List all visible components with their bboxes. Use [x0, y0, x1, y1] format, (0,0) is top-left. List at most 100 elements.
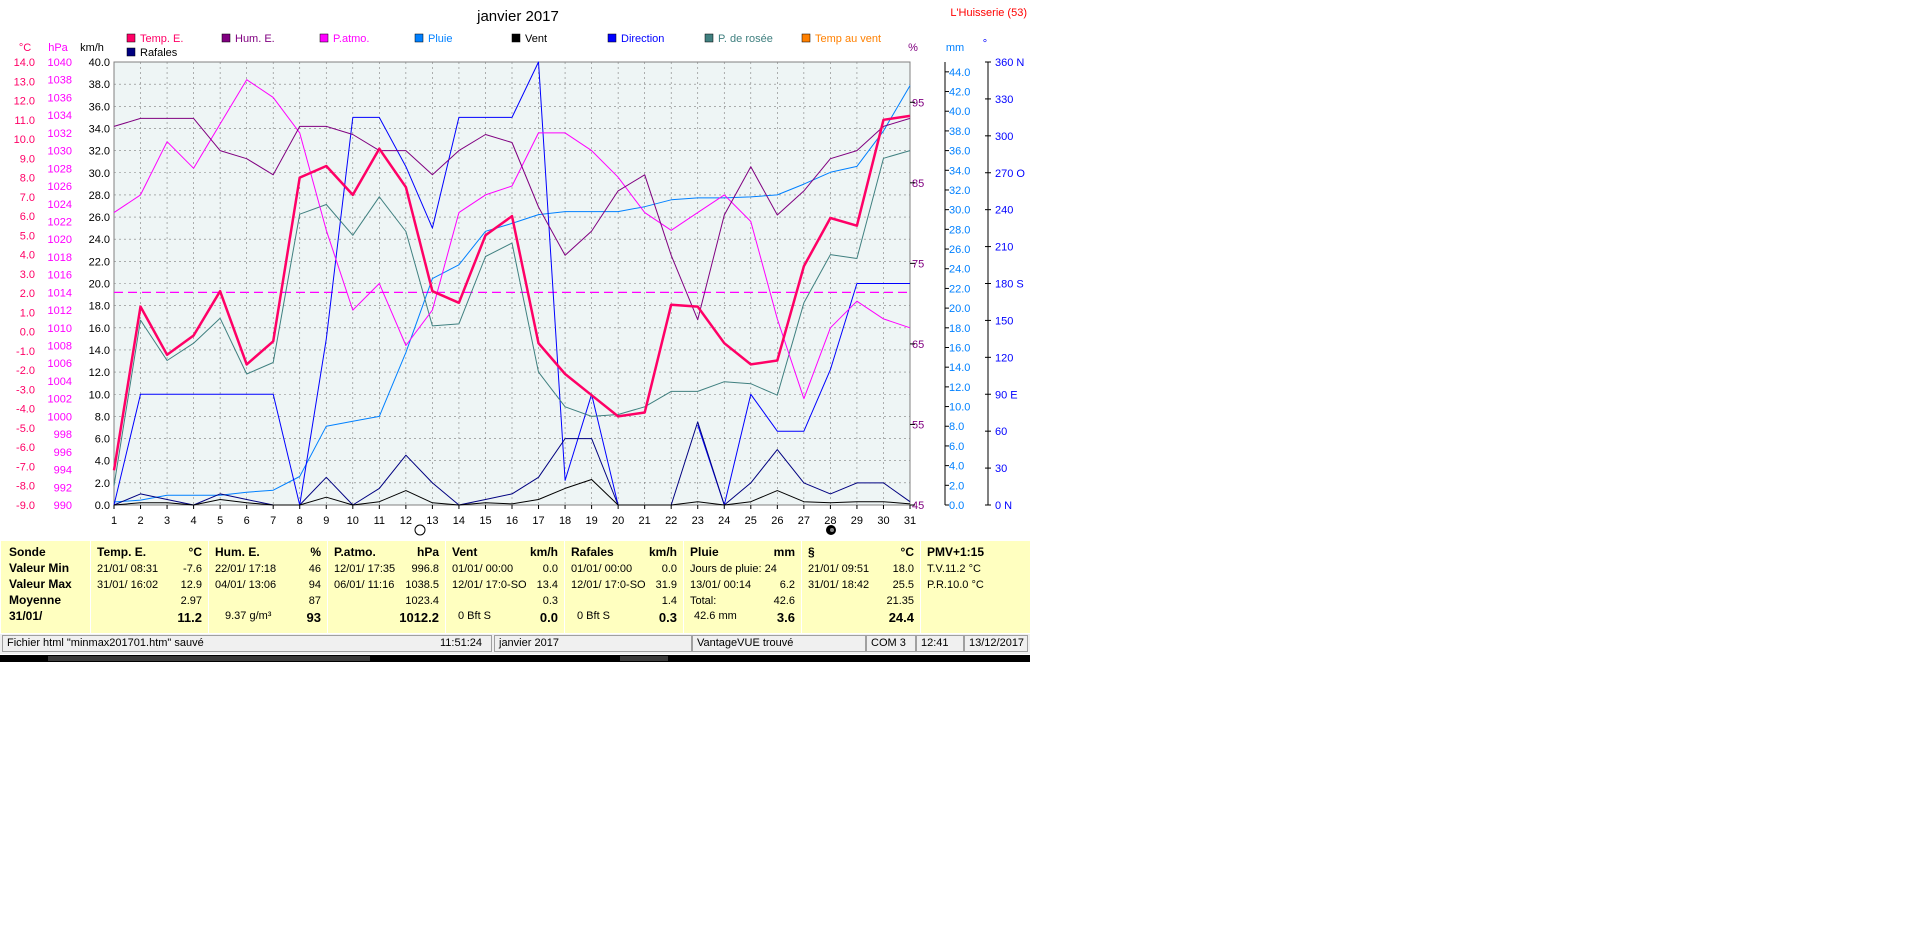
dir-tick-label: 360 N	[995, 57, 1024, 69]
legend-label-hum: Hum. E.	[235, 33, 275, 45]
legend-swatch-hum	[221, 33, 231, 43]
rain-tick-label: 38.0	[949, 126, 970, 138]
weather-chart: 1 2 3 4 5 6 7 8 9 10 11 12 13 14 15 16 17 18 19 20 21 22 23 24 2…	[0, 0, 1030, 541]
rain-tick-label: 30.0	[949, 205, 970, 217]
temp-tick-label: -8.0	[16, 481, 35, 493]
status-device: VantageVUE trouvé	[692, 635, 866, 652]
temp-tick-label: 4.0	[20, 250, 35, 262]
stats-col-pluie: Pluie mm Jours de pluie: 24 13/01/ 00:14…	[683, 541, 801, 633]
press-title: P.atmo.	[334, 545, 376, 559]
pluie-unit: mm	[773, 545, 795, 559]
x-tick-label: 21	[639, 515, 651, 527]
press-tick-label: 1002	[48, 394, 72, 406]
dir-tick-label: 0 N	[995, 500, 1012, 512]
wind-tick-label: 20.0	[89, 279, 110, 291]
temp-tick-label: 11.0	[14, 115, 35, 127]
press-tick-label: 1016	[48, 270, 72, 282]
pluie-max-date: 13/01/ 00:14	[690, 579, 752, 591]
x-tick-label: 9	[323, 515, 329, 527]
pmv-title: PMV+1:15	[927, 545, 985, 559]
wind-tick-label: 10.0	[89, 389, 110, 401]
press-tick-label: 1012	[48, 305, 72, 317]
press-unit: hPa	[416, 545, 439, 559]
temp-tick-label: -9.0	[16, 500, 35, 512]
rain-tick-label: 20.0	[949, 303, 970, 315]
press-min-date: 12/01/ 17:35	[334, 563, 396, 575]
pluie-extra: 42.6 mm	[694, 610, 737, 622]
dir-tick-label: 270 O	[995, 168, 1025, 180]
sonde-title: Sonde	[9, 545, 46, 559]
legend-label-direction: Direction	[621, 33, 664, 45]
x-tick-label: 23	[692, 515, 704, 527]
vent-avg: 0.3	[542, 595, 558, 607]
rain-tick-label: 6.0	[949, 441, 964, 453]
temp-tick-label: 3.0	[20, 269, 35, 281]
press-tick-label: 1014	[48, 287, 72, 299]
taskbar-segment	[48, 656, 370, 661]
press-tick-label: 1032	[48, 128, 72, 140]
legend-swatch-patmo	[319, 33, 329, 43]
pluie-total-val: 42.6	[773, 595, 795, 607]
x-tick-label: 27	[798, 515, 810, 527]
legend-swatch-vent	[511, 33, 521, 43]
hum-tick-label: 85	[912, 178, 924, 190]
rain-tick-label: 4.0	[949, 461, 964, 473]
sonde-row-date: 31/01/	[9, 609, 43, 623]
dir-tick-label: 120	[995, 352, 1013, 364]
sonde-row-avg: Moyenne	[9, 593, 62, 607]
press-tick-label: 1036	[48, 92, 72, 104]
taskbar-segment	[620, 656, 668, 661]
rain-tick-label: 16.0	[949, 342, 970, 354]
dir-tick-label: 210	[995, 242, 1013, 254]
rain-tick-label: 0.0	[949, 500, 964, 512]
temp-tick-label: 2.0	[20, 288, 35, 300]
stats-col-pmv: PMV+1:15 T.V.11.2 °C P.R.10.0 °C	[920, 541, 1030, 633]
sonde-row-min: Valeur Min	[9, 561, 70, 575]
press-max-date: 06/01/ 11:16	[334, 579, 395, 591]
s-title: §	[808, 545, 815, 559]
rain-tick-label: 44.0	[949, 67, 970, 79]
hum-tick-label: 55	[912, 419, 924, 431]
wind-tick-label: 8.0	[95, 411, 110, 423]
hum-title: Hum. E.	[215, 545, 260, 559]
press-last: 1012.2	[399, 610, 439, 625]
x-tick-label: 12	[400, 515, 412, 527]
vent-extra: 0 Bft S	[458, 610, 492, 622]
temp-min-val: -7.6	[183, 563, 202, 575]
legend-label-patmo: P.atmo.	[333, 33, 370, 45]
pmv-tv: T.V.11.2 °C	[927, 563, 981, 575]
x-tick-label: 5	[217, 515, 223, 527]
temp-tick-label: -3.0	[16, 384, 35, 396]
x-tick-label: 10	[347, 515, 359, 527]
x-tick-label: 24	[718, 515, 730, 527]
hum-tick-label: 75	[912, 258, 924, 270]
temp-tick-label: 9.0	[20, 153, 35, 165]
x-tick-label: 3	[164, 515, 170, 527]
status-time: 11:51:24	[440, 637, 483, 649]
wind-tick-label: 30.0	[89, 168, 110, 180]
hum-unit: %	[310, 545, 321, 559]
rafales-max-val: 31.9	[655, 579, 677, 591]
wind-tick-label: 6.0	[95, 434, 110, 446]
unit-rain: mm	[946, 42, 964, 54]
location-label: L'Huisserie (53)	[950, 7, 1027, 19]
rain-tick-label: 22.0	[949, 283, 970, 295]
hum-tick-label: 95	[912, 97, 924, 109]
vent-last: 0.0	[539, 610, 558, 625]
s-avg: 21.35	[886, 595, 914, 607]
press-tick-label: 1000	[48, 411, 72, 423]
dir-tick-label: 60	[995, 426, 1007, 438]
s-unit: °C	[900, 545, 914, 559]
rafales-avg: 1.4	[661, 595, 677, 607]
hum-tick-label: 65	[912, 339, 924, 351]
status-file: Fichier html "minmax201701.htm" sauvé	[2, 635, 492, 652]
unit-temp: °C	[19, 42, 31, 54]
rafales-extra: 0 Bft S	[577, 610, 611, 622]
wind-tick-label: 24.0	[89, 234, 110, 246]
temp-tick-label: -2.0	[16, 365, 35, 377]
app-window: 1 2 3 4 5 6 7 8 9 10 11 12 13 14 15 16 17 18 19 20 21 22 23 24 2…	[0, 0, 1030, 662]
rain-tick-label: 14.0	[949, 362, 970, 374]
hum-last: 93	[306, 610, 321, 625]
temp-tick-label: 8.0	[20, 173, 35, 185]
press-tick-label: 1020	[48, 234, 72, 246]
